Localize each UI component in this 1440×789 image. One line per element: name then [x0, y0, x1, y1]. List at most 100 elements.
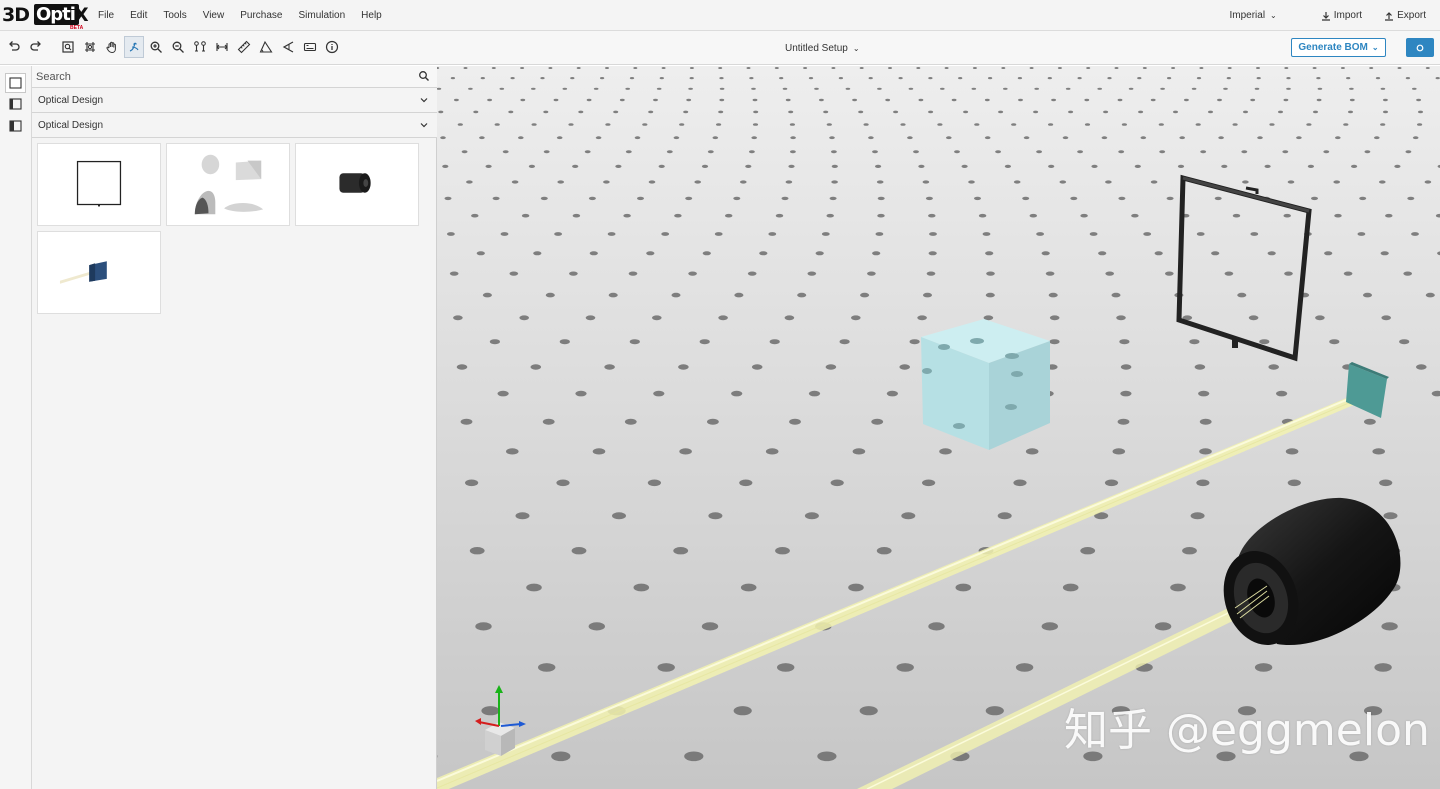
table-hole: [1324, 251, 1333, 256]
render-mode-icon[interactable]: [300, 36, 320, 58]
table-hole: [896, 663, 914, 672]
menu-simulation[interactable]: Simulation: [298, 10, 345, 21]
table-hole: [876, 547, 892, 555]
table-hole: [785, 180, 793, 184]
part-card-detector[interactable]: [37, 231, 161, 314]
table-hole: [519, 315, 529, 321]
table-hole: [817, 751, 837, 762]
table-hole: [751, 136, 757, 140]
menu-purchase[interactable]: Purchase: [240, 10, 282, 21]
menu-bar: 3D Opti X BETA File Edit Tools View Purc…: [0, 0, 1440, 31]
search-bar: [32, 66, 437, 88]
table-hole: [1211, 251, 1220, 256]
category-dropdown-1[interactable]: Optical Design: [32, 88, 437, 113]
align-icon[interactable]: [190, 36, 210, 58]
table-hole: [461, 150, 468, 154]
fit-view-icon[interactable]: [58, 36, 78, 58]
table-hole: [689, 67, 694, 69]
menu-file[interactable]: File: [98, 10, 114, 21]
measure-distance-icon[interactable]: [212, 36, 232, 58]
redo-icon[interactable]: [26, 36, 46, 58]
table-hole: [1140, 136, 1147, 140]
import-button[interactable]: Import: [1321, 10, 1362, 21]
table-hole: [785, 98, 791, 102]
rotate-icon[interactable]: [124, 36, 144, 58]
table-hole: [1143, 232, 1152, 236]
3d-viewport[interactable]: 知乎 @eggmelon: [437, 66, 1440, 789]
export-button[interactable]: Export: [1384, 10, 1426, 21]
menu-edit[interactable]: Edit: [130, 10, 147, 21]
table-hole: [716, 123, 722, 126]
ruler-icon[interactable]: [234, 36, 254, 58]
table-hole: [584, 150, 591, 154]
table-hole: [1227, 67, 1232, 69]
table-hole: [1198, 390, 1210, 397]
table-hole: [1118, 150, 1125, 154]
table-hole: [1267, 251, 1276, 256]
table-hole: [613, 110, 619, 114]
run-simulation-button[interactable]: [1406, 38, 1434, 57]
table-hole: [1411, 232, 1419, 236]
table-hole: [1170, 583, 1186, 592]
import-label: Import: [1333, 10, 1363, 21]
table-hole: [1120, 364, 1132, 370]
table-hole: [1116, 315, 1126, 321]
table-hole: [1190, 512, 1205, 520]
table-hole: [868, 77, 873, 80]
table-hole: [733, 706, 752, 716]
table-hole: [718, 67, 723, 69]
table-hole: [789, 123, 795, 126]
table-hole: [666, 150, 673, 154]
rail-button-parts[interactable]: [5, 73, 26, 93]
logo-box-text: Opti: [36, 4, 76, 25]
table-hole: [788, 110, 794, 114]
part-card-optics[interactable]: [166, 143, 290, 226]
menu-help[interactable]: Help: [361, 10, 382, 21]
undo-icon[interactable]: [4, 36, 24, 58]
rail-button-properties[interactable]: [5, 116, 26, 136]
menu-view[interactable]: View: [203, 10, 225, 21]
table-hole: [1048, 123, 1054, 126]
table-hole: [1018, 98, 1023, 102]
table-hole: [1150, 180, 1158, 184]
table-hole: [1284, 67, 1289, 69]
part-card-frame[interactable]: [37, 143, 161, 226]
search-icon[interactable]: [418, 70, 430, 82]
table-hole: [1397, 67, 1402, 69]
table-hole: [826, 123, 832, 126]
zoom-selection-icon[interactable]: [80, 36, 100, 58]
table-hole: [562, 87, 568, 90]
table-hole: [1250, 232, 1259, 236]
angle-measure-icon[interactable]: [256, 36, 276, 58]
category-dropdown-2[interactable]: Optical Design: [32, 113, 437, 138]
table-hole: [642, 123, 648, 126]
table-hole: [510, 77, 515, 80]
generate-bom-button[interactable]: Generate BOM ⌄: [1291, 38, 1386, 57]
table-hole: [823, 110, 829, 114]
units-dropdown[interactable]: Imperial ⌄: [1229, 10, 1276, 21]
pan-hand-icon[interactable]: [102, 36, 122, 58]
table-hole: [683, 110, 689, 114]
setup-title-dropdown[interactable]: Untitled Setup ⌄: [785, 31, 860, 65]
app-logo[interactable]: 3D Opti X BETA: [2, 3, 89, 31]
menu-tools[interactable]: Tools: [163, 10, 186, 21]
table-hole: [1196, 232, 1205, 236]
table-hole: [1394, 164, 1401, 168]
scene-canvas[interactable]: [437, 66, 1440, 789]
table-hole: [909, 339, 920, 345]
table-hole: [545, 292, 555, 298]
info-icon[interactable]: [322, 36, 342, 58]
table-hole: [829, 136, 835, 140]
table-hole: [740, 180, 747, 184]
zoom-out-icon[interactable]: [168, 36, 188, 58]
table-hole: [1425, 292, 1435, 298]
part-card-laser[interactable]: [295, 143, 419, 226]
table-hole: [531, 123, 537, 126]
rail-button-layers[interactable]: [5, 94, 26, 114]
table-hole: [500, 232, 509, 236]
search-input[interactable]: [36, 68, 411, 86]
light-source-icon[interactable]: [278, 36, 298, 58]
zoom-in-icon[interactable]: [146, 36, 166, 58]
table-hole: [1306, 123, 1312, 126]
table-hole: [1199, 448, 1212, 455]
